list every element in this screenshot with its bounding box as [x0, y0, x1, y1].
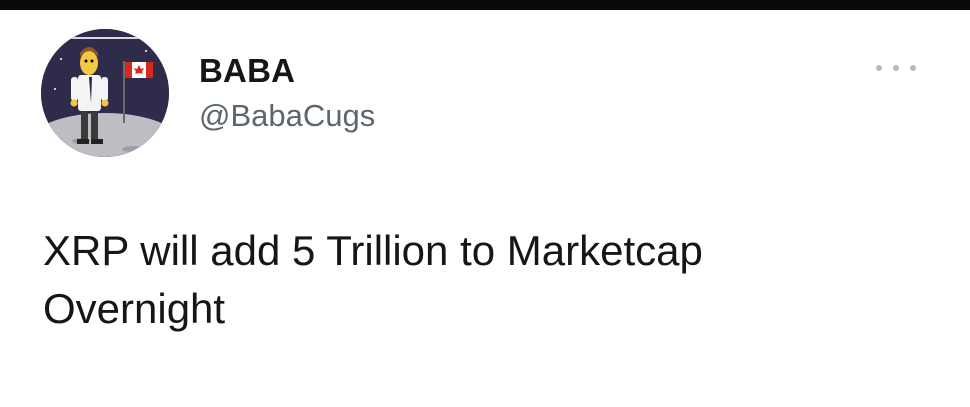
tweet-text-line: XRP will add 5 Trillion to Marketcap — [43, 227, 703, 274]
user-handle[interactable]: @BabaCugs — [199, 98, 375, 134]
avatar[interactable] — [41, 29, 169, 157]
tweet-text: XRP will add 5 Trillion to Marketcap Ove… — [43, 222, 943, 338]
more-dot-icon — [893, 65, 899, 71]
tweet-text-line: Overnight — [43, 285, 226, 332]
more-dot-icon — [876, 65, 882, 71]
top-dark-border — [0, 0, 970, 10]
more-options-button[interactable] — [876, 60, 916, 76]
tweet-card[interactable]: BABA @BabaCugs XRP will add 5 Trillion t… — [0, 10, 970, 407]
avatar-cartoon-icon — [41, 29, 169, 157]
display-name[interactable]: BABA — [199, 52, 295, 90]
more-dot-icon — [910, 65, 916, 71]
